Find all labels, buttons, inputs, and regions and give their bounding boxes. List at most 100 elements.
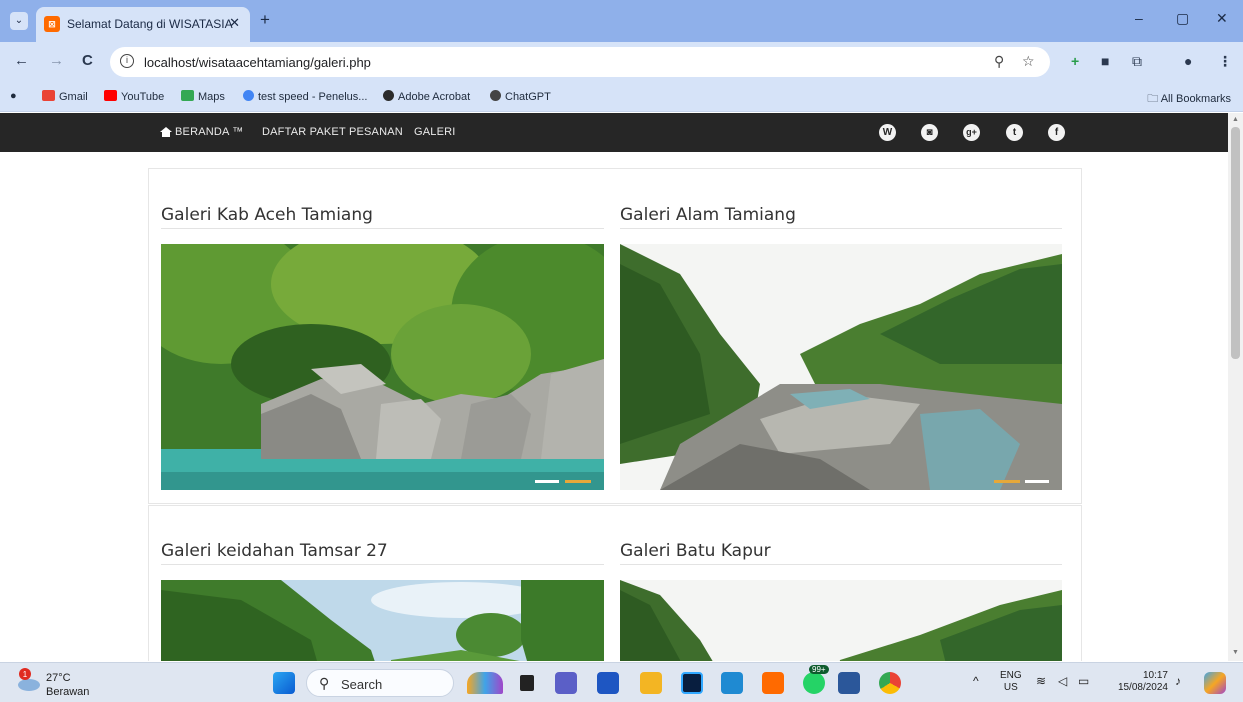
twitter-icon[interactable]: t: [1006, 124, 1023, 141]
file-explorer-icon[interactable]: [640, 672, 662, 694]
gallery-photo-tamsar-27[interactable]: [161, 580, 604, 661]
bookmark-youtube[interactable]: YouTube: [104, 90, 164, 103]
tab-title: Selamat Datang di WISATASIA: [67, 17, 233, 31]
facebook-icon[interactable]: f: [1048, 124, 1065, 141]
restore-button[interactable]: ▢: [1176, 10, 1189, 27]
nav-packages-link[interactable]: DAFTAR PAKET PESANAN: [262, 126, 403, 138]
weather-temperature: 27°C: [46, 672, 71, 684]
task-view-icon[interactable]: [520, 675, 534, 691]
acrobat-globe-icon: [383, 90, 394, 101]
scroll-down-icon[interactable]: ▼: [1232, 649, 1239, 656]
tab-search-menu-icon[interactable]: ⌄: [10, 12, 28, 30]
battery-icon[interactable]: ▭: [1078, 675, 1089, 687]
bookmark-label: Gmail: [59, 91, 88, 103]
gallery-photo-aceh-tamiang[interactable]: [161, 244, 604, 490]
browser-toolbar: ← → C i localhost/wisataacehtamiang/gale…: [0, 42, 1243, 82]
nav-home-link[interactable]: BERANDA ™: [160, 126, 243, 138]
cloud-icon: 1: [18, 668, 40, 691]
gallery-row-2: Galeri keidahan Tamsar 27 Galeri Batu Ka…: [148, 505, 1082, 661]
page-scrollbar[interactable]: ▲ ▼: [1228, 113, 1243, 661]
clock[interactable]: 10:17 15/08/2024: [1110, 670, 1168, 694]
bookmark-maps[interactable]: Maps: [181, 90, 225, 103]
bookmark-label: Maps: [198, 91, 225, 103]
taskbar-search[interactable]: ⚲ Search: [306, 669, 454, 697]
zoom-icon[interactable]: ⚲: [994, 53, 1004, 70]
bookmark-label: Adobe Acrobat: [398, 91, 471, 103]
bookmark-label: test speed - Penelus...: [258, 91, 368, 103]
volume-icon[interactable]: ◁: [1058, 675, 1067, 687]
back-button[interactable]: ←: [14, 53, 29, 69]
bookmark-star-icon[interactable]: ☆: [1022, 53, 1035, 70]
bookmark-adobe-acrobat[interactable]: Adobe Acrobat: [383, 90, 470, 103]
copilot-icon[interactable]: [1204, 672, 1226, 694]
tray-overflow-icon[interactable]: ^: [973, 675, 979, 687]
minimize-button[interactable]: –: [1135, 10, 1143, 26]
reload-button[interactable]: C: [82, 53, 93, 69]
gallery-photo-batu-kapur[interactable]: [620, 580, 1062, 661]
gallery-divider: [620, 228, 1062, 229]
google-icon: [243, 90, 254, 101]
lang-bottom: US: [1003, 682, 1018, 693]
folder-icon: 🗀: [1147, 93, 1161, 105]
youtube-icon: [104, 90, 117, 101]
windows-start-icon[interactable]: [273, 672, 295, 694]
weather-alert-badge: 1: [23, 670, 28, 679]
gallery-title: Galeri keidahan Tamsar 27: [161, 541, 388, 561]
weather-description: Berawan: [46, 686, 90, 698]
teams-icon[interactable]: [555, 672, 577, 694]
wifi-icon[interactable]: ≋: [1036, 675, 1046, 687]
googleplus-icon[interactable]: g+: [963, 124, 980, 141]
store-icon[interactable]: [597, 672, 619, 694]
extensions-puzzle-icon[interactable]: ⧉: [1132, 53, 1142, 70]
xampp-icon[interactable]: [762, 672, 784, 694]
nav-home-label: BERANDA ™: [175, 126, 244, 138]
all-bookmarks-folder[interactable]: 🗀 All Bookmarks: [1147, 90, 1231, 109]
clock-time: 10:17: [1142, 670, 1168, 681]
bookmark-gmail[interactable]: Gmail: [42, 90, 88, 103]
site-info-icon[interactable]: i: [120, 54, 134, 68]
active-tab[interactable]: ⊠ Selamat Datang di WISATASIA ✕: [36, 7, 250, 42]
weather-widget[interactable]: 1 27°C Berawan: [16, 668, 89, 698]
bookmark-globe-icon[interactable]: ●: [10, 90, 17, 102]
notification-bell-icon[interactable]: ♪: [1175, 675, 1181, 687]
wordpress-icon[interactable]: W: [879, 124, 896, 141]
lang-top: ENG: [1000, 670, 1022, 681]
all-bookmarks-label: All Bookmarks: [1160, 93, 1231, 105]
new-tab-button[interactable]: +: [260, 11, 270, 28]
photoshop-icon[interactable]: [681, 672, 703, 694]
profile-avatar-icon[interactable]: ●: [1184, 53, 1192, 69]
forward-button[interactable]: →: [49, 53, 64, 69]
bookmark-label: YouTube: [121, 91, 165, 103]
scroll-up-icon[interactable]: ▲: [1232, 116, 1239, 123]
browser-tab-strip: ⌄ ⊠ Selamat Datang di WISATASIA ✕ + – ▢ …: [0, 0, 1243, 42]
gallery-title: Galeri Alam Tamiang: [620, 205, 796, 225]
nav-gallery-link[interactable]: GALERI: [414, 126, 456, 138]
gallery-row-1: Galeri Kab Aceh Tamiang Galeri Alam Tami…: [148, 168, 1082, 504]
input-language[interactable]: ENG US: [1000, 670, 1022, 694]
clock-date: 15/08/2024: [1117, 682, 1168, 693]
vscode-icon[interactable]: [721, 672, 743, 694]
page-viewport: BERANDA ™ DAFTAR PAKET PESANAN GALERI W …: [0, 113, 1228, 661]
gallery-title: Galeri Batu Kapur: [620, 541, 771, 561]
whatsapp-icon[interactable]: 99+: [803, 665, 829, 694]
tab-close-icon[interactable]: ✕: [229, 15, 240, 31]
widgets-icon[interactable]: [467, 672, 503, 694]
gallery-divider: [161, 564, 604, 565]
bookmark-chatgpt[interactable]: ChatGPT: [490, 90, 551, 103]
instagram-icon[interactable]: ◙: [921, 124, 938, 141]
taskbar-search-label: Search: [341, 677, 383, 692]
whatsapp-badge: 99+: [809, 665, 829, 674]
extension-plus-icon[interactable]: +: [1071, 53, 1079, 69]
tab-favicon-icon: ⊠: [44, 16, 60, 32]
url-text[interactable]: localhost/wisataacehtamiang/galeri.php: [144, 55, 371, 70]
address-bar[interactable]: i localhost/wisataacehtamiang/galeri.php…: [110, 47, 1050, 77]
gallery-divider: [620, 564, 1062, 565]
word-icon[interactable]: [838, 672, 860, 694]
close-window-button[interactable]: ✕: [1216, 10, 1228, 27]
scrollbar-thumb[interactable]: [1231, 127, 1240, 359]
gallery-photo-alam-tamiang[interactable]: [620, 244, 1062, 490]
browser-menu-icon[interactable]: ⋮: [1218, 53, 1232, 70]
bookmark-test-speed[interactable]: test speed - Penelus...: [243, 90, 367, 103]
extension-square-icon[interactable]: ■: [1101, 53, 1109, 69]
chrome-icon[interactable]: [879, 672, 901, 694]
